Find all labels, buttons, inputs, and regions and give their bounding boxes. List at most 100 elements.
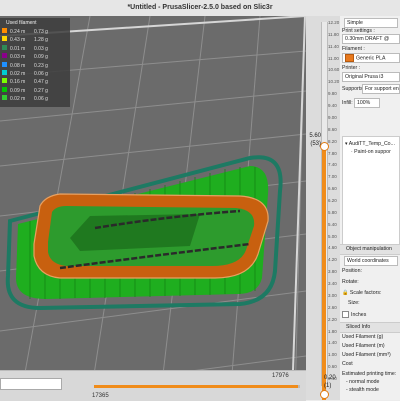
bottom-height: 0.20 xyxy=(324,375,336,381)
print-settings-value: 0.30mm DRAFT @ xyxy=(345,36,390,42)
legend-weight: 0.73 g xyxy=(34,29,48,35)
gcode-move-slider[interactable]: 17365 17976 xyxy=(0,370,306,401)
legend-color-swatch xyxy=(2,53,7,59)
layer-tick-label: 9.40 xyxy=(328,103,337,109)
object-row[interactable]: ▾ AudiTT_Temp_Co... xyxy=(345,141,395,147)
layer-tick-label: 5.80 xyxy=(328,209,337,215)
infill-combo[interactable]: 100% xyxy=(354,98,380,108)
legend-length: 0.43 m xyxy=(10,37,26,44)
layer-tick-label: 1.00 xyxy=(328,352,337,358)
legend-color-swatch xyxy=(2,78,7,84)
size-label: Size: xyxy=(348,300,360,306)
upper-thumb[interactable] xyxy=(320,142,329,151)
legend-color-swatch xyxy=(2,95,7,101)
used-filament-m: Used Filament (m) xyxy=(342,343,385,349)
legend-length: 0.03 m xyxy=(10,54,26,61)
legend-row: 0.08 m 0.23 g xyxy=(2,61,68,70)
layer-tick-label: 4.20 xyxy=(328,257,337,263)
infill-value: 100% xyxy=(357,100,371,106)
mode-label: Simple xyxy=(347,20,363,26)
supports-value: For support en xyxy=(365,86,399,92)
legend-length: 0.09 m xyxy=(10,87,26,94)
layer-tick-label: 7.00 xyxy=(328,174,337,180)
legend-length: 0.02 m xyxy=(10,70,26,77)
filament-legend: Used filament 0.24 m 0.73 g 0.43 m 1.28 g 0.… xyxy=(0,18,70,107)
layer-tick-label: 11.80 xyxy=(328,31,339,37)
legend-row: 0.03 m 0.09 g xyxy=(2,53,68,61)
object-manipulation-header: Object manipulation xyxy=(340,244,400,255)
legend-color-swatch xyxy=(2,86,7,92)
layer-tick-label: 3.00 xyxy=(328,292,337,298)
layer-tick-label: 5.40 xyxy=(328,221,337,227)
supports-combo[interactable]: For support en xyxy=(362,84,400,94)
layer-tick-label: 1.80 xyxy=(328,328,337,334)
layer-tick-label: 10.60 xyxy=(328,67,340,73)
supports-label: Supports: xyxy=(342,86,365,92)
legend-row: 0.01 m 0.03 g xyxy=(2,44,68,53)
mode-selector[interactable]: Simple xyxy=(344,18,398,28)
legend-length: 0.02 m xyxy=(10,96,26,103)
cost-label: Cost xyxy=(342,361,353,367)
layer-tick-label: 0.60 xyxy=(328,364,337,370)
print-settings-combo[interactable]: 0.30mm DRAFT @ xyxy=(342,34,400,44)
object-list[interactable]: ▾ AudiTT_Temp_Co... · Paint-on suppor xyxy=(342,136,400,246)
layer-tick-label: 9.00 xyxy=(328,114,337,120)
layer-tick-label: 3.80 xyxy=(328,269,337,275)
move-slider-left-value: 17365 xyxy=(92,393,109,399)
legend-color-swatch xyxy=(2,28,7,33)
legend-header: Used filament xyxy=(6,20,37,26)
position-label: Position: xyxy=(342,268,362,274)
view-type-select[interactable] xyxy=(0,378,62,390)
legend-color-swatch xyxy=(2,69,7,75)
object-sub-row[interactable]: · Paint-on suppor xyxy=(351,149,391,155)
coordinates-value: World coordinates xyxy=(347,258,389,264)
legend-row: 0.02 m 0.06 g xyxy=(2,69,68,78)
legend-color-swatch xyxy=(2,61,7,67)
scale-label-text: Scale factors: xyxy=(349,290,382,296)
stealth-mode-label: - stealth mode xyxy=(346,387,379,393)
legend-weight: 0.09 g xyxy=(34,54,48,61)
legend-row: 0.43 m 1.28 g xyxy=(2,36,68,44)
layer-tick-label: 5.00 xyxy=(328,233,337,239)
layer-tick-label: 2.60 xyxy=(328,304,337,310)
move-slider-fill xyxy=(94,385,298,388)
layer-tick-label: 2.20 xyxy=(328,316,337,322)
layer-slider[interactable]: 12.20 11.80 11.40 11.00 10.60 10.20 9.80 9.40 9.… xyxy=(306,16,340,400)
layer-tick-label: 7.80 xyxy=(328,150,337,156)
infill-label: Infill: xyxy=(342,100,353,106)
right-sidebar: Simple Print settings : 0.30mm DRAFT @ F… xyxy=(340,16,400,400)
window-title: *Untitled - PrusaSlicer-2.5.0 based on S… xyxy=(127,4,273,11)
coordinates-combo[interactable]: World coordinates xyxy=(344,256,398,266)
used-filament-mm3: Used Filament (mm³) xyxy=(342,352,391,358)
lock-icon[interactable]: 🔒 xyxy=(342,290,348,296)
legend-row: 0.02 m 0.06 g xyxy=(2,95,68,103)
lower-thumb[interactable] xyxy=(320,390,329,399)
inches-checkbox-row[interactable]: Inches xyxy=(342,311,366,318)
legend-length: 0.16 m xyxy=(10,79,26,86)
window-title-bar: *Untitled - PrusaSlicer-2.5.0 based on S… xyxy=(0,0,400,17)
legend-weight: 0.06 g xyxy=(34,96,48,103)
layer-tick-label: 6.20 xyxy=(328,198,337,203)
legend-color-swatch xyxy=(2,44,7,50)
layer-tick-label: 11.40 xyxy=(328,43,339,49)
scale-label: 🔒 Scale factors: xyxy=(342,290,381,296)
legend-weight: 0.47 g xyxy=(34,79,48,86)
3d-preview-viewport[interactable]: Used filament 0.24 m 0.73 g 0.43 m 1.28 g 0.… xyxy=(0,16,306,400)
layer-tick-label: 11.00 xyxy=(328,55,339,61)
legend-length: 0.01 m xyxy=(10,45,26,52)
used-filament-g: Used Filament (g) xyxy=(342,334,384,340)
printer-combo[interactable]: Original Prusa i3 xyxy=(342,72,400,82)
filament-combo[interactable]: Generic PLA xyxy=(342,53,400,63)
layer-tick-label: 12.20 xyxy=(328,20,340,25)
legend-color-swatch xyxy=(2,36,7,42)
legend-weight: 0.03 g xyxy=(34,45,48,52)
est-time-label: Estimated printing time: xyxy=(342,371,397,377)
inches-checkbox[interactable] xyxy=(342,311,349,318)
layer-slider-fill xyxy=(322,146,326,400)
printer-label: Printer : xyxy=(342,65,361,71)
filament-value: Generic PLA xyxy=(356,55,386,62)
move-slider-right-value: 17976 xyxy=(272,373,289,379)
legend-weight: 0.27 g xyxy=(34,87,48,94)
legend-row: 0.24 m 0.73 g xyxy=(2,28,68,36)
filament-color-swatch[interactable] xyxy=(345,54,354,62)
